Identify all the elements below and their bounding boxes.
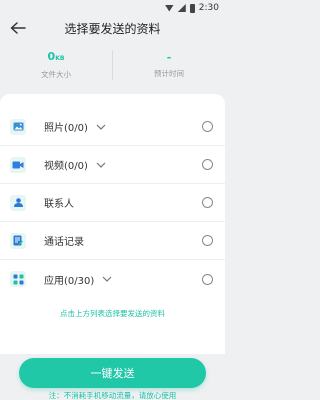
select-radio[interactable]: [202, 273, 213, 285]
stats-panel: 0KB 文件大小 - 预计时间: [0, 42, 225, 88]
list-item-label: 视频(0/0): [44, 161, 88, 172]
list-item-label: 联系人: [44, 199, 74, 210]
list-item-call-log[interactable]: 通话记录: [0, 222, 225, 260]
one-click-send-button[interactable]: 一键发送: [19, 358, 206, 388]
list-item-label: 照片(0/0): [44, 123, 88, 134]
battery-icon: [189, 3, 195, 13]
estimated-time-stat: - 预计时间: [113, 42, 225, 88]
chevron-down-icon[interactable]: [96, 124, 106, 130]
list-item-videos[interactable]: 视频(0/0): [0, 146, 225, 184]
list-item-apps[interactable]: 应用(0/30): [0, 260, 225, 298]
page-title: 选择要发送的资料: [64, 21, 161, 36]
file-size-unit: KB: [55, 55, 65, 62]
wifi-icon: [164, 4, 174, 12]
data-type-list: 照片(0/0) 视频(0/0) 联系人 通话记录 应用(0/30): [0, 108, 225, 298]
select-radio[interactable]: [202, 159, 213, 170]
list-item-photos[interactable]: 照片(0/0): [0, 108, 225, 146]
contact-icon: [10, 194, 26, 211]
header: 选择要发送的资料: [0, 16, 225, 40]
video-icon: [10, 156, 26, 173]
call-log-icon: [10, 232, 26, 249]
content-card: 照片(0/0) 视频(0/0) 联系人 通话记录 应用(0/30) 点击上方列表…: [0, 94, 225, 354]
selection-hint: 点击上方列表选择要发送的资料: [60, 309, 165, 318]
apps-icon: [10, 271, 26, 287]
file-size-label: 文件大小: [41, 70, 71, 79]
status-time: 2:30: [198, 3, 219, 13]
signal-icon: [177, 4, 186, 12]
select-radio[interactable]: [202, 197, 213, 208]
back-button[interactable]: [8, 19, 28, 37]
select-radio[interactable]: [202, 121, 213, 132]
image-icon: [10, 118, 26, 135]
file-size-stat: 0KB 文件大小: [0, 42, 112, 88]
estimated-time-label: 预计时间: [154, 69, 184, 78]
back-arrow-icon: [10, 22, 26, 34]
list-item-label: 通话记录: [44, 237, 84, 248]
list-item-contacts[interactable]: 联系人: [0, 184, 225, 222]
status-bar: 2:30: [0, 0, 225, 16]
chevron-down-icon[interactable]: [102, 276, 112, 282]
estimated-time-value: -: [166, 51, 172, 64]
chevron-down-icon[interactable]: [96, 162, 106, 168]
file-size-value: 0KB: [47, 50, 65, 63]
select-radio[interactable]: [202, 235, 213, 246]
data-usage-note: 注：不消耗手机移动流量，请放心使用: [48, 391, 177, 400]
list-item-label: 应用(0/30): [44, 275, 95, 287]
